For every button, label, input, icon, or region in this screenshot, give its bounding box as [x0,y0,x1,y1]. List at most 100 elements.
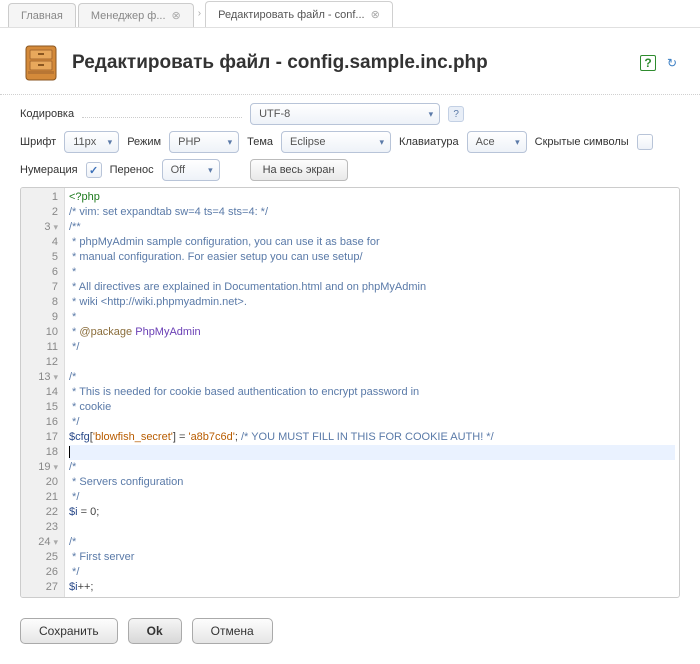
code-line[interactable]: * cookie [69,400,675,415]
line-number: 25 [21,550,58,565]
fullscreen-button[interactable]: На весь экран [250,159,348,181]
encoding-select[interactable]: UTF-8 [250,103,440,125]
divider [82,110,242,118]
font-select[interactable]: 11px [64,131,119,153]
code-line[interactable]: /* [69,460,675,475]
code-line[interactable]: * [69,265,675,280]
line-number: 13▾ [21,370,58,385]
footer-buttons: Сохранить Ok Отмена [0,598,700,664]
line-number: 6 [21,265,58,280]
refresh-icon[interactable]: ↻ [664,55,680,71]
line-number: 22 [21,505,58,520]
line-number: 15 [21,400,58,415]
line-gutter: 123▾45678910111213▾141516171819▾20212223… [21,188,65,597]
code-line[interactable] [69,520,675,535]
help-icon[interactable]: ? [640,55,656,71]
text-cursor [69,446,70,458]
code-line[interactable]: $i = 0; [69,505,675,520]
code-line[interactable]: /* [69,535,675,550]
line-number: 23 [21,520,58,535]
tab-label: Менеджер ф... [91,10,166,22]
code-line[interactable]: /** [69,220,675,235]
close-icon[interactable]: ⊗ [371,8,380,21]
code-line[interactable] [69,445,675,460]
line-number: 24▾ [21,535,58,550]
keyboard-label: Клавиатура [399,136,459,148]
code-line[interactable]: * This is needed for cookie based authen… [69,385,675,400]
code-line[interactable]: */ [69,490,675,505]
line-number: 18 [21,445,58,460]
line-number: 21 [21,490,58,505]
mode-label: Режим [127,136,161,148]
fold-icon[interactable]: ▾ [53,220,58,235]
code-line[interactable]: /* [69,370,675,385]
tab-1[interactable]: Менеджер ф... ⊗ [78,3,194,27]
line-number: 1 [21,190,58,205]
code-line[interactable]: /* vim: set expandtab sw=4 ts=4 sts=4: *… [69,205,675,220]
editor-toolbar: Кодировка UTF-8 ? Шрифт 11px Режим PHP Т… [0,103,700,181]
numbering-checkbox[interactable] [86,162,102,178]
line-number: 14 [21,385,58,400]
code-line[interactable]: */ [69,565,675,580]
line-number: 20 [21,475,58,490]
code-line[interactable]: */ [69,340,675,355]
code-line[interactable]: * First server [69,550,675,565]
mode-select[interactable]: PHP [169,131,239,153]
page-header: Редактировать файл - config.sample.inc.p… [0,28,700,95]
encoding-hint-icon[interactable]: ? [448,106,464,122]
line-number: 19▾ [21,460,58,475]
chevron-right-icon: › [196,8,203,19]
numbering-label: Нумерация [20,164,78,176]
tab-label: Редактировать файл - conf... [218,9,365,21]
line-number: 3▾ [21,220,58,235]
tab-2[interactable]: Редактировать файл - conf... ⊗ [205,1,393,27]
fold-icon[interactable]: ▾ [53,535,58,550]
line-number: 16 [21,415,58,430]
ok-button[interactable]: Ok [128,618,182,644]
code-line[interactable]: * manual configuration. For easier setup… [69,250,675,265]
code-line[interactable]: * @package PhpMyAdmin [69,325,675,340]
tab-bar: ГлавнаяМенеджер ф...⊗›Редактировать файл… [0,0,700,28]
code-line[interactable]: * All directives are explained in Docume… [69,280,675,295]
keyboard-select[interactable]: Ace [467,131,527,153]
code-line[interactable]: * [69,310,675,325]
code-content[interactable]: <?php/* vim: set expandtab sw=4 ts=4 sts… [65,188,679,597]
line-number: 2 [21,205,58,220]
close-icon[interactable]: ⊗ [172,9,181,22]
line-number: 17 [21,430,58,445]
line-number: 27 [21,580,58,595]
code-line[interactable] [69,355,675,370]
font-label: Шрифт [20,136,56,148]
code-line[interactable]: * phpMyAdmin sample configuration, you c… [69,235,675,250]
code-line[interactable]: * wiki <http://wiki.phpmyadmin.net>. [69,295,675,310]
tab-label: Главная [21,10,63,22]
cancel-button[interactable]: Отмена [192,618,273,644]
hidden-chars-checkbox[interactable] [637,134,653,150]
code-line[interactable]: <?php [69,190,675,205]
page-title: Редактировать файл - config.sample.inc.p… [72,52,488,74]
fold-icon[interactable]: ▾ [53,370,58,385]
code-line[interactable]: $i++; [69,580,675,595]
line-number: 26 [21,565,58,580]
file-cabinet-icon [20,42,62,84]
line-number: 9 [21,310,58,325]
line-number: 8 [21,295,58,310]
encoding-label: Кодировка [20,108,74,120]
wrap-select[interactable]: Off [162,159,220,181]
line-number: 12 [21,355,58,370]
line-number: 7 [21,280,58,295]
line-number: 4 [21,235,58,250]
fold-icon[interactable]: ▾ [53,460,58,475]
code-line[interactable]: $cfg['blowfish_secret'] = 'a8b7c6d'; /* … [69,430,675,445]
tab-0[interactable]: Главная [8,3,76,27]
line-number: 11 [21,340,58,355]
wrap-label: Перенос [110,164,154,176]
theme-label: Тема [247,136,273,148]
code-editor[interactable]: 123▾45678910111213▾141516171819▾20212223… [20,187,680,598]
line-number: 5 [21,250,58,265]
code-line[interactable]: * Servers configuration [69,475,675,490]
code-line[interactable]: */ [69,415,675,430]
theme-select[interactable]: Eclipse [281,131,391,153]
save-button[interactable]: Сохранить [20,618,118,644]
line-number: 10 [21,325,58,340]
